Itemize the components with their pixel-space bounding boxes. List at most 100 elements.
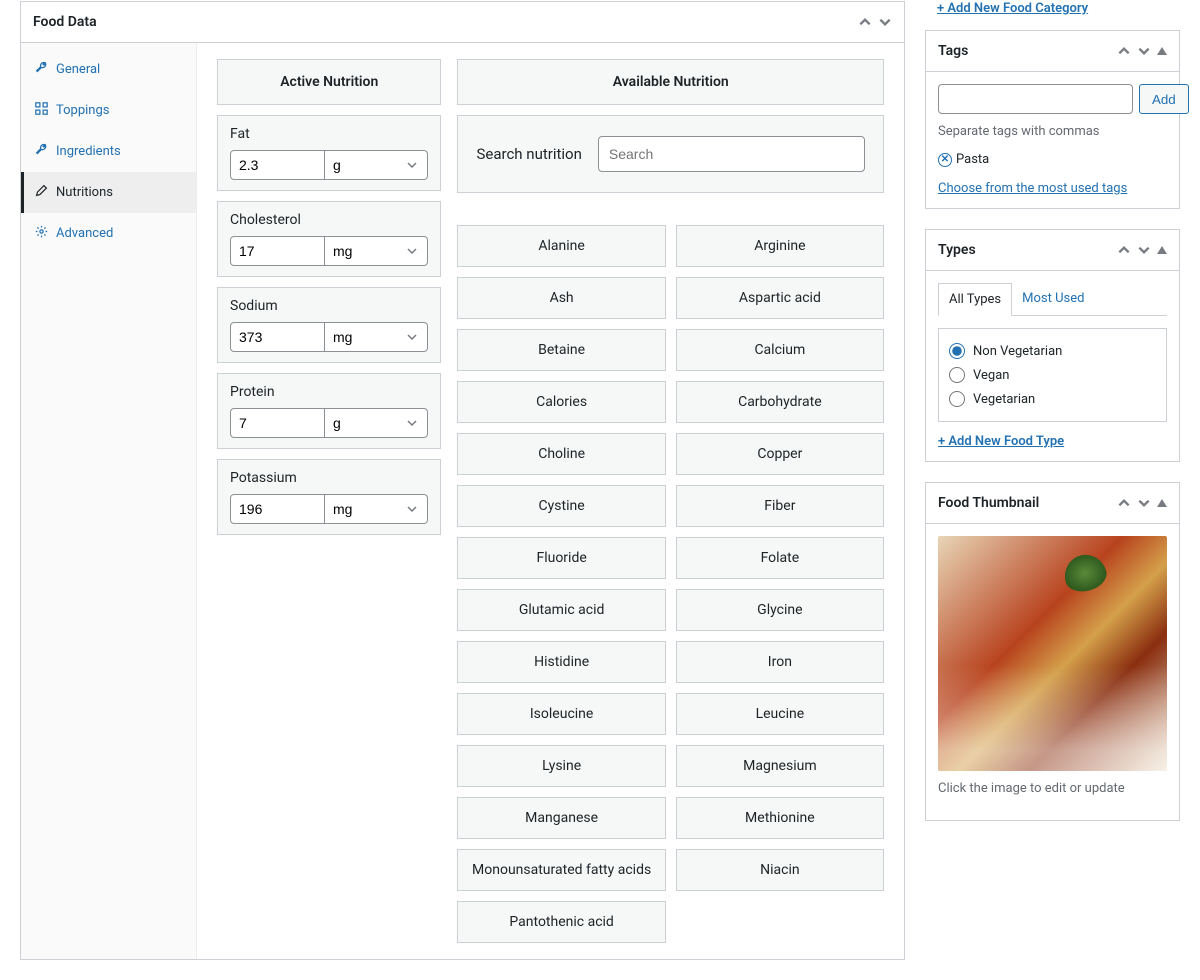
available-nutrition-title: Available Nutrition [457,59,884,105]
available-nutrition-item[interactable]: Calories [457,381,665,423]
chevron-down-icon[interactable] [878,15,892,29]
chevron-up-icon[interactable] [858,15,872,29]
nutrition-row-potassium: Potassium mg [217,459,441,535]
collapse-icon[interactable] [1157,47,1167,55]
chevron-down-icon[interactable] [1137,243,1151,257]
types-title: Types [938,242,976,258]
nutrition-value-input[interactable] [230,408,325,438]
tag-chip: ✕Pasta [938,152,989,167]
available-nutrition-item[interactable]: Pantothenic acid [457,901,665,943]
sidebar-item-toppings[interactable]: Toppings [21,90,196,131]
nutrition-unit-select[interactable]: mg [325,494,428,524]
nutrition-row-cholesterol: Cholesterol mg [217,201,441,277]
available-nutrition-item[interactable]: Choline [457,433,665,475]
nutrition-value-input[interactable] [230,236,325,266]
chevron-down-icon[interactable] [1137,496,1151,510]
chevron-up-icon[interactable] [1117,44,1131,58]
type-label: Vegetarian [973,392,1035,407]
nutrition-value-input[interactable] [230,150,325,180]
thumbnail-image[interactable] [938,536,1167,771]
thumbnail-title: Food Thumbnail [938,495,1039,511]
available-nutrition-item[interactable]: Folate [676,537,884,579]
type-radio[interactable] [949,367,965,383]
available-nutrition-item[interactable]: Manganese [457,797,665,839]
sidebar-item-general[interactable]: General [21,49,196,90]
type-label: Vegan [973,368,1009,383]
available-nutrition-item[interactable]: Lysine [457,745,665,787]
chevron-down-icon[interactable] [1137,44,1151,58]
sidebar-item-nutritions[interactable]: Nutritions [21,172,196,213]
add-food-type-link[interactable]: + Add New Food Type [938,434,1064,449]
available-nutrition-item[interactable]: Leucine [676,693,884,735]
available-nutrition-item[interactable]: Carbohydrate [676,381,884,423]
active-nutrition-title: Active Nutrition [217,59,441,105]
available-nutrition-item[interactable]: Histidine [457,641,665,683]
nutrition-unit-select[interactable]: mg [325,322,428,352]
chevron-up-icon[interactable] [1117,243,1131,257]
available-nutrition-item[interactable]: Methionine [676,797,884,839]
chevron-up-icon[interactable] [1117,496,1131,510]
type-radio[interactable] [949,343,965,359]
choose-tags-link[interactable]: Choose from the most used tags [938,181,1127,196]
nutrition-unit-select[interactable]: mg [325,236,428,266]
tags-title: Tags [938,43,968,59]
available-nutrition-item[interactable]: Copper [676,433,884,475]
sidebar-item-label: General [56,62,100,77]
nutrition-row-sodium: Sodiummg [217,287,441,363]
remove-tag-icon[interactable]: ✕ [938,153,952,167]
type-option-vegan[interactable]: Vegan [949,363,1156,387]
thumbnail-helper: Click the image to edit or update [938,781,1167,796]
tags-input[interactable] [938,84,1133,114]
food-data-sidebar: General Toppings Ingredients Nutritions Adva… [21,43,197,959]
add-food-category-link[interactable]: + Add New Food Category [937,1,1088,16]
thumbnail-header: Food Thumbnail [926,483,1179,524]
sidebar-item-advanced[interactable]: Advanced [21,213,196,254]
available-nutrition-item[interactable]: Calcium [676,329,884,371]
tags-header: Tags [926,31,1179,72]
sidebar-item-ingredients[interactable]: Ingredients [21,131,196,172]
sidebar-item-label: Nutritions [56,185,113,200]
collapse-icon[interactable] [1157,499,1167,507]
available-nutrition-item[interactable]: Fiber [676,485,884,527]
tab-all-types[interactable]: All Types [938,283,1012,316]
type-label: Non Vegetarian [973,344,1062,359]
available-nutrition-item[interactable]: Fluoride [457,537,665,579]
nutrition-label: Fat [230,126,428,142]
search-nutrition-label: Search nutrition [476,145,581,163]
nutrition-value-input[interactable] [230,322,325,352]
sidebar-item-label: Ingredients [56,144,121,159]
type-radio[interactable] [949,391,965,407]
available-nutrition-item[interactable]: Betaine [457,329,665,371]
available-nutrition-item[interactable]: Isoleucine [457,693,665,735]
available-nutrition-item[interactable]: Monounsaturated fatty acids [457,849,665,891]
available-nutrition-item[interactable]: Cystine [457,485,665,527]
available-nutrition-item[interactable]: Glycine [676,589,884,631]
nutrition-label: Cholesterol [230,212,428,228]
tags-add-button[interactable]: Add [1139,84,1189,114]
sidebar-item-label: Advanced [56,226,113,241]
food-data-panel: Food Data GeneralToppingsIngredientsNutr… [20,1,905,960]
available-nutrition-item[interactable]: Ash [457,277,665,319]
nutrition-unit-select[interactable]: g [325,150,428,180]
collapse-icon[interactable] [1157,246,1167,254]
available-nutrition-item[interactable]: Alanine [457,225,665,267]
available-nutrition-item[interactable]: Niacin [676,849,884,891]
nutrition-label: Protein [230,384,428,400]
available-nutrition-item[interactable]: Magnesium [676,745,884,787]
wrench-icon [35,61,48,78]
nutrition-label: Potassium [230,470,428,486]
search-nutrition-input[interactable] [598,136,865,172]
nutrition-row-protein: Protein g [217,373,441,449]
nutrition-value-input[interactable] [230,494,325,524]
tab-most-used[interactable]: Most Used [1012,283,1094,315]
available-nutrition-item[interactable]: Arginine [676,225,884,267]
pencil-icon [35,184,48,201]
available-nutrition-item[interactable]: Aspartic acid [676,277,884,319]
available-nutrition-item[interactable]: Iron [676,641,884,683]
available-nutrition-item[interactable]: Glutamic acid [457,589,665,631]
nutrition-unit-select[interactable]: g [325,408,428,438]
sidebar-item-label: Toppings [56,103,110,118]
type-option-vegetarian[interactable]: Vegetarian [949,387,1156,411]
types-header: Types [926,230,1179,271]
type-option-non-vegetarian[interactable]: Non Vegetarian [949,339,1156,363]
